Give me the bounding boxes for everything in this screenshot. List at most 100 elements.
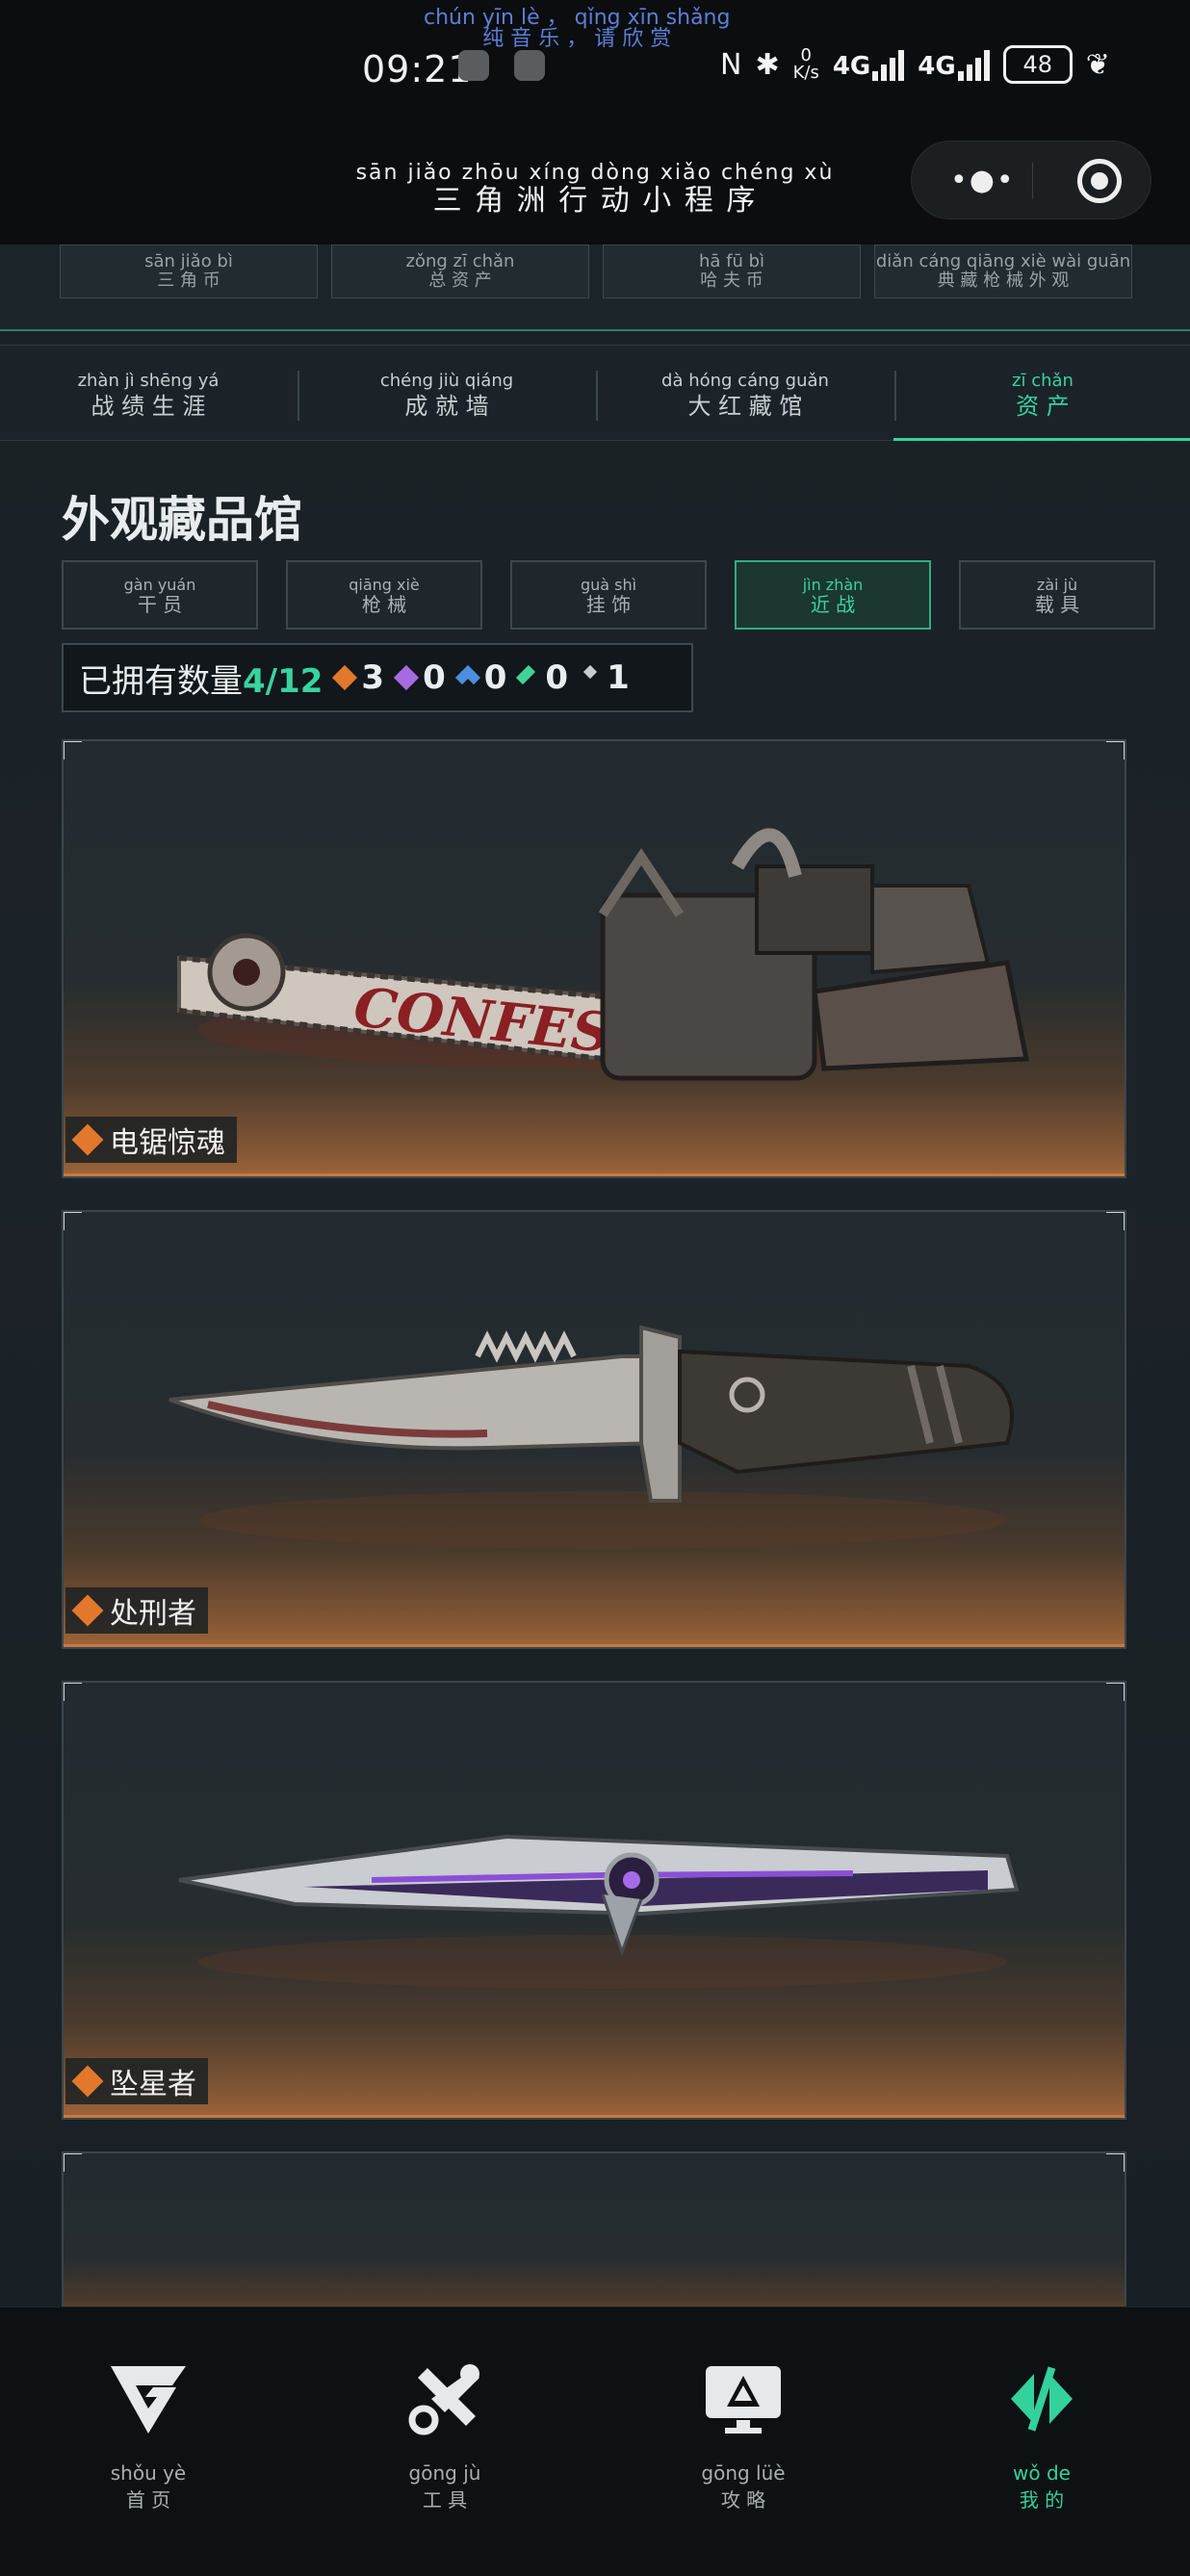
tab-pinyin: zī chǎn	[1012, 371, 1074, 391]
rarity-orange-icon	[332, 664, 358, 691]
summary-label: 总 资 产	[428, 270, 492, 291]
status-bar: chún yīn lè ， qǐng xīn shǎng 纯 音 乐 ， 请 欣…	[0, 0, 1190, 116]
category-label: 载 具	[1034, 593, 1080, 616]
summary-havoc-coin[interactable]: hā fū bì 哈 夫 币	[603, 245, 861, 298]
tab-assets[interactable]: zī chǎn 资 产	[895, 346, 1190, 442]
banner-text: 纯 音 乐 ， 请 欣 赏	[482, 27, 672, 51]
rarity-blue-count: 0	[454, 658, 506, 697]
card-underline	[64, 1644, 1125, 1647]
owned-count-bar: 已拥有数量4/12 3 0 0 0 1	[62, 643, 693, 712]
item-card-partial[interactable]	[62, 2151, 1126, 2306]
leaf-icon: ❦	[1085, 47, 1110, 82]
summary-weapon-skins[interactable]: diǎn cáng qiāng xiè wài guān 典 藏 枪 械 外 观	[874, 245, 1132, 298]
item-card-executioner[interactable]: 处刑者	[62, 1210, 1126, 1649]
summary-label: 典 藏 枪 械 外 观	[937, 270, 1070, 291]
tab-label: 攻 略	[720, 2488, 766, 2512]
tab-pinyin: zhàn jì shēng yá	[77, 371, 220, 391]
tab-pinyin: gōng lüè	[701, 2461, 786, 2485]
category-melee[interactable]: jìn zhàn 近 战	[735, 560, 931, 630]
banner-pinyin: chún yīn lè ， qǐng xīn shǎng	[424, 6, 731, 30]
more-icon[interactable]: •●•	[950, 167, 1016, 195]
category-pinyin: guà shì	[580, 576, 637, 594]
category-pinyin: jìn zhàn	[802, 576, 864, 594]
tab-red-collection[interactable]: dà hóng cáng guǎn 大 红 藏 馆	[597, 346, 893, 442]
item-card-chainsaw[interactable]: CONFESS 电锯惊魂	[62, 739, 1126, 1178]
tab-label: 战 绩 生 涯	[91, 393, 206, 420]
tab-label: 我 的	[1019, 2488, 1065, 2512]
clock: 09:21	[362, 48, 473, 90]
bluetooth-icon: ✱	[755, 47, 780, 82]
tab-career[interactable]: zhàn jì shēng yá 战 绩 生 涯	[0, 346, 297, 442]
rarity-orange-icon	[71, 1123, 104, 1156]
item-card-starfaller[interactable]: 坠星者	[62, 1681, 1126, 2120]
item-name-tag: 电锯惊魂	[65, 1117, 237, 1163]
owned-count: 4/12	[243, 661, 323, 701]
card-underline	[64, 1173, 1125, 1176]
tools-icon	[401, 2356, 488, 2442]
music-banner: chún yīn lè ， qǐng xīn shǎng 纯 音 乐 ， 请 欣…	[424, 8, 730, 50]
bottom-tab-mine[interactable]: wǒ de 我 的	[945, 2356, 1138, 2512]
category-label: 枪 械	[361, 593, 407, 616]
item-name-tag: 坠星者	[65, 2058, 208, 2104]
summary-triangle-coin[interactable]: sān jiǎo bì 三 角 币	[60, 245, 318, 298]
rarity-white-icon	[580, 664, 601, 688]
rarity-blue-icon	[454, 664, 480, 688]
category-charms[interactable]: guà shì 挂 饰	[510, 560, 707, 630]
bottom-tab-home[interactable]: shǒu yè 首 页	[52, 2356, 245, 2512]
owned-label: 已拥有数量	[79, 661, 243, 701]
summary-pinyin: diǎn cáng qiāng xiè wài guān	[875, 251, 1131, 271]
profile-logo-icon	[998, 2356, 1085, 2442]
rarity-orange-icon	[71, 1594, 104, 1627]
bottom-tab-bar: shǒu yè 首 页 gōng jù 工 具 gōng lüè 攻 略 wǒ …	[0, 2306, 1190, 2576]
signal-sim2-icon: 4G	[918, 48, 990, 81]
rarity-green-icon	[516, 664, 539, 688]
mini-program-nav: sān jiǎo zhōu xíng dòng xiǎo chéng xù 三 …	[0, 116, 1190, 245]
tab-label: 首 页	[125, 2488, 171, 2512]
category-filter: gàn yuán 干 员 qiāng xiè 枪 械 guà shì 挂 饰 jìn …	[62, 560, 1157, 630]
guide-monitor-icon	[700, 2356, 787, 2442]
category-firearms[interactable]: qiāng xiè 枪 械	[286, 560, 482, 630]
tab-pinyin: shǒu yè	[110, 2461, 187, 2485]
category-label: 近 战	[810, 593, 856, 616]
summary-pinyin: zǒng zī chǎn	[405, 251, 515, 271]
active-tab-indicator	[893, 438, 1190, 441]
chainsaw-image: CONFESS	[177, 828, 1030, 1081]
rarity-purple-count: 0	[393, 658, 446, 697]
summary-pinyin: hā fū bì	[698, 251, 765, 271]
tab-label: 大 红 藏 馆	[687, 393, 803, 420]
summary-total-assets[interactable]: zǒng zī chǎn 总 资 产	[331, 245, 589, 298]
rarity-white-count: 1	[580, 658, 630, 697]
close-miniprogram-icon[interactable]	[1077, 159, 1122, 203]
category-pinyin: gàn yuán	[123, 576, 196, 594]
tab-pinyin: chéng jiù qiáng	[379, 371, 514, 391]
card-underline	[64, 2115, 1125, 2118]
category-pinyin: zài jù	[1036, 576, 1078, 594]
executioner-knife-image	[168, 1325, 1014, 1549]
bottom-tab-tools[interactable]: gōng jù 工 具	[349, 2356, 541, 2512]
section-title: 外观藏品馆	[62, 492, 302, 548]
notification-app-icon-2	[514, 50, 545, 81]
home-g-logo-icon	[105, 2356, 192, 2442]
category-vehicles[interactable]: zài jù 载 具	[959, 560, 1155, 630]
tab-achievements[interactable]: chéng jiù qiáng 成 就 墙	[298, 346, 595, 442]
profile-tabs: zhàn jì shēng yá 战 绩 生 涯 chéng jiù qiáng 成…	[0, 345, 1190, 441]
net-speed: 0 K/s	[792, 45, 819, 83]
starfaller-knife-image	[178, 1834, 1020, 1989]
category-label: 干 员	[137, 593, 183, 616]
summary-pinyin: sān jiǎo bì	[144, 251, 233, 271]
tab-pinyin: dà hóng cáng guǎn	[661, 371, 829, 391]
signal-sim1-icon: 4G	[833, 48, 905, 81]
rarity-purple-icon	[393, 664, 420, 691]
item-name: 电锯惊魂	[110, 1126, 225, 1160]
rarity-green-count: 0	[516, 658, 568, 697]
status-icons: N ✱ 0 K/s 4G 4G 48 ❦	[720, 42, 1110, 87]
item-name: 处刑者	[110, 1597, 196, 1631]
summary-label: 三 角 币	[157, 270, 220, 291]
category-operators[interactable]: gàn yuán 干 员	[62, 560, 258, 630]
capsule-menu: •●•	[911, 141, 1151, 219]
bottom-tab-guide[interactable]: gōng lüè 攻 略	[647, 2356, 840, 2512]
tab-label: 成 就 墙	[404, 393, 489, 420]
rarity-orange-icon	[71, 2065, 104, 2098]
category-label: 挂 饰	[585, 593, 632, 616]
item-name: 坠星者	[110, 2068, 196, 2101]
